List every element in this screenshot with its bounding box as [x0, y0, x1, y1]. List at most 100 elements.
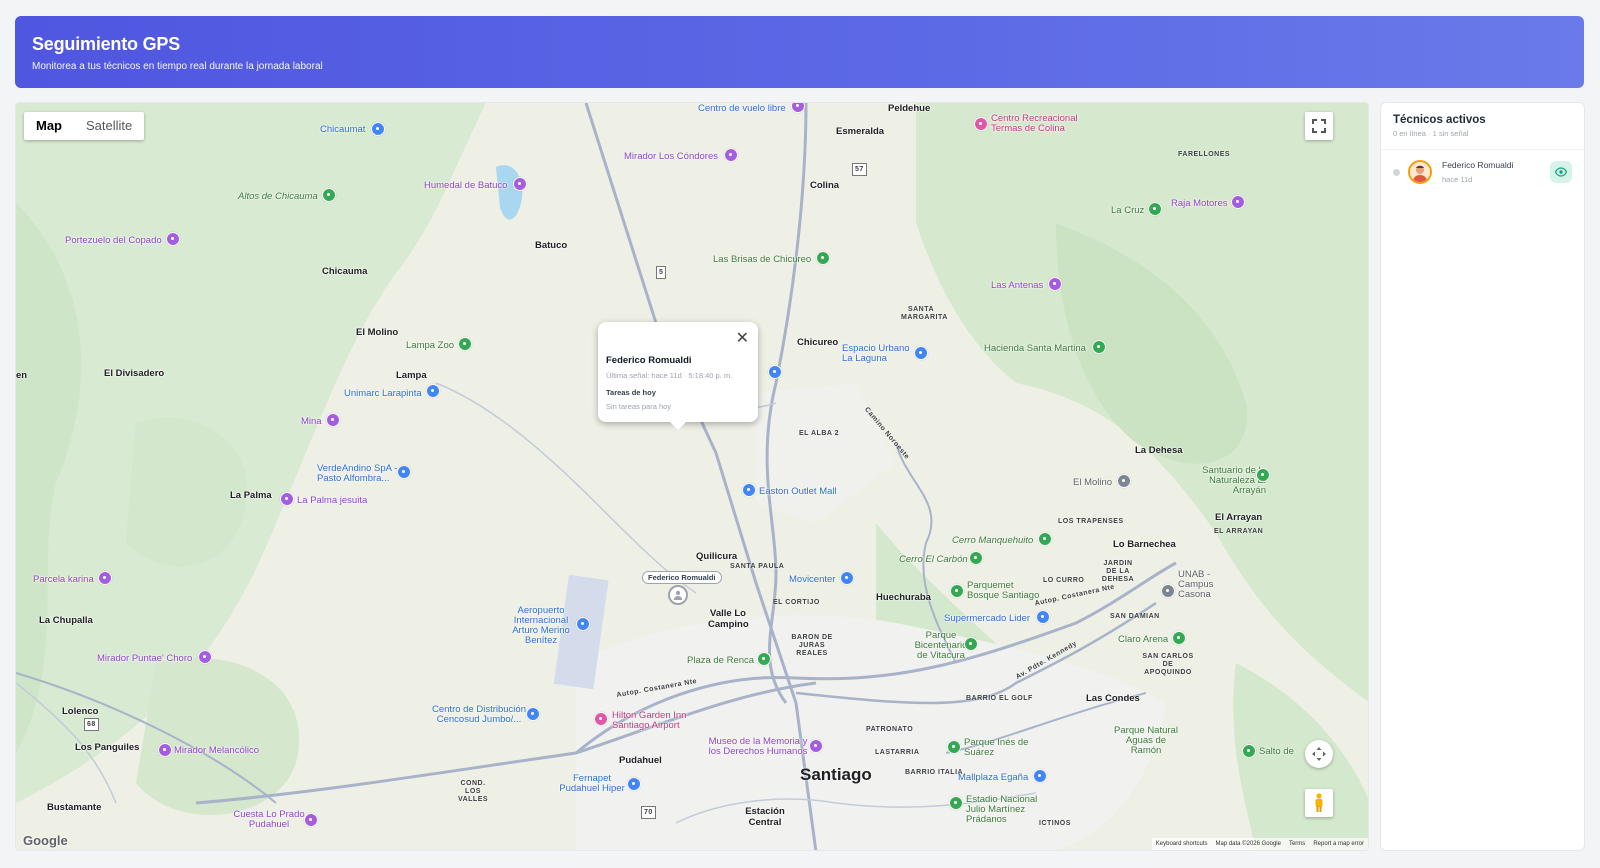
map-poi-pin[interactable]: [950, 584, 964, 598]
map-poi[interactable]: Salto de: [1259, 746, 1294, 757]
map-poi[interactable]: Parque Bicentenario de Vitacura: [911, 631, 971, 661]
map-poi-pin[interactable]: [724, 148, 738, 162]
map-poi-pin[interactable]: [513, 177, 527, 191]
map-poi[interactable]: Las Antenas: [991, 280, 1043, 291]
map-poi[interactable]: Cuesta Lo Prado Pudahuel: [229, 810, 309, 830]
map-poi[interactable]: Raja Motores: [1171, 198, 1228, 209]
map-poi-pin[interactable]: [326, 413, 340, 427]
map-poi-pin[interactable]: [304, 813, 318, 827]
view-on-map-button[interactable]: [1550, 161, 1572, 183]
map-poi-pin[interactable]: [1148, 202, 1162, 216]
map-poi-pin[interactable]: [198, 650, 212, 664]
map-poi[interactable]: Estadio Nacional Julio Martínez Prádanos: [966, 795, 1056, 825]
map-poi-pin[interactable]: [742, 483, 756, 497]
map-poi[interactable]: Altos de Chicauma: [238, 191, 318, 202]
map-poi[interactable]: Museo de la Memoria y los Derechos Human…: [703, 737, 813, 757]
map-poi-pin[interactable]: [840, 571, 854, 585]
map-poi[interactable]: Mirador Los Cóndores: [624, 151, 718, 162]
map-poi-pin[interactable]: [594, 712, 608, 726]
map-poi[interactable]: Mirador Puntae' Choro: [97, 653, 192, 664]
keyboard-shortcuts-link[interactable]: Keyboard shortcuts: [1156, 841, 1208, 847]
map-poi-pin[interactable]: [1231, 195, 1245, 209]
map-poi[interactable]: Parque Inés de Suárez: [964, 738, 1034, 758]
map-poi[interactable]: Las Brisas de Chicureo: [713, 254, 811, 265]
map-poi[interactable]: Unimarc Larapinta: [344, 388, 422, 399]
map-poi[interactable]: Lampa Zoo: [406, 340, 454, 351]
map-poi-pin[interactable]: [576, 617, 590, 631]
map-poi-pin[interactable]: [914, 346, 928, 360]
map-poi[interactable]: UNAB - Campus Casona: [1178, 570, 1238, 600]
map-poi[interactable]: Santuario de la Naturaleza El Arrayán: [1186, 466, 1266, 496]
map-poi-pin[interactable]: [757, 652, 771, 666]
technician-list-item[interactable]: Federico Romualdi hace 11d: [1381, 150, 1584, 194]
close-icon[interactable]: ✕: [736, 331, 749, 347]
map-poi[interactable]: Centro de Distribución Cencosud Jumbo/..…: [424, 705, 534, 725]
map-poi-pin[interactable]: [98, 571, 112, 585]
street-view-pegman[interactable]: [1305, 789, 1333, 817]
terms-link[interactable]: Terms: [1289, 841, 1305, 847]
camera-control-button[interactable]: [1305, 740, 1333, 768]
map-poi-pin[interactable]: [1161, 584, 1175, 598]
map-poi-pin[interactable]: [1242, 744, 1256, 758]
map-type-satellite-button[interactable]: Satellite: [74, 112, 144, 140]
map-poi-pin[interactable]: [397, 465, 411, 479]
map-poi[interactable]: El Molino: [1073, 477, 1112, 488]
map-poi-pin[interactable]: [947, 740, 961, 754]
map-poi[interactable]: Chicaumat: [320, 124, 365, 135]
fullscreen-button[interactable]: [1305, 112, 1333, 140]
map-type-control[interactable]: Map Satellite: [24, 112, 145, 140]
map-poi[interactable]: Cerro Manquehuito: [952, 535, 1033, 546]
map-poi[interactable]: Hacienda Santa Martina: [984, 343, 1086, 354]
map-poi-pin[interactable]: [768, 365, 782, 379]
map-poi-pin[interactable]: [1033, 769, 1047, 783]
map-poi-pin[interactable]: [322, 188, 336, 202]
map-poi-pin[interactable]: [1036, 610, 1050, 624]
map-poi[interactable]: Mina: [301, 416, 322, 427]
map-poi-pin[interactable]: [964, 637, 978, 651]
report-error-link[interactable]: Report a map error: [1313, 841, 1364, 847]
map-poi-pin[interactable]: [158, 743, 172, 757]
map-poi-pin[interactable]: [166, 232, 180, 246]
map-poi-pin[interactable]: [426, 384, 440, 398]
map-poi[interactable]: Espacio Urbano La Laguna: [842, 344, 912, 364]
map-poi[interactable]: Fernapet Pudahuel Hiper: [557, 774, 627, 794]
map-poi-pin[interactable]: [526, 707, 540, 721]
map-poi-pin[interactable]: [949, 796, 963, 810]
map-poi[interactable]: Centro de vuelo libre: [698, 103, 786, 114]
map-poi[interactable]: Claro Arena: [1118, 634, 1168, 645]
map-poi[interactable]: La Cruz: [1111, 205, 1144, 216]
map-poi-pin[interactable]: [1048, 277, 1062, 291]
map-poi-pin[interactable]: [1256, 468, 1270, 482]
map-poi-pin[interactable]: [1172, 631, 1186, 645]
map-poi-pin[interactable]: [371, 122, 385, 136]
map-poi[interactable]: La Palma jesuita: [297, 495, 367, 506]
map-poi[interactable]: Humedal de Batuco: [424, 180, 507, 191]
map-poi[interactable]: Easton Outlet Mall: [759, 486, 837, 497]
map-poi-pin[interactable]: [1117, 474, 1131, 488]
map-type-map-button[interactable]: Map: [24, 112, 74, 140]
map-poi[interactable]: Aeropuerto Internacional Arturo Merino B…: [506, 606, 576, 646]
map-poi[interactable]: Cerro El Carbón: [899, 554, 968, 565]
map-poi[interactable]: Movicenter: [789, 574, 835, 585]
map-poi-pin[interactable]: [458, 337, 472, 351]
map-poi[interactable]: Hilton Garden Inn Santiago Airport: [612, 711, 702, 731]
map-poi[interactable]: Mallplaza Egaña: [958, 772, 1028, 783]
technician-marker[interactable]: [668, 585, 688, 605]
map-poi[interactable]: Parcela karina: [33, 574, 94, 585]
map-poi-pin[interactable]: [627, 777, 641, 791]
map-poi[interactable]: VerdeAndino SpA - Pasto Alfombra...: [317, 464, 402, 484]
map-poi-pin[interactable]: [1038, 532, 1052, 546]
map-poi[interactable]: Plaza de Renca: [687, 655, 754, 666]
map-poi-pin[interactable]: [809, 739, 823, 753]
map-poi-pin[interactable]: [280, 492, 294, 506]
map-poi[interactable]: Centro Recreacional Termas de Colina: [991, 114, 1091, 134]
map-poi[interactable]: Parquemet Bosque Santiago: [967, 581, 1047, 601]
map-poi-pin[interactable]: [816, 251, 830, 265]
map-poi[interactable]: Mirador Melancólico: [174, 745, 259, 756]
map-poi[interactable]: Portezuelo del Copado: [65, 235, 162, 246]
map-poi[interactable]: Supermercado Lider: [944, 613, 1030, 624]
map-poi-pin[interactable]: [974, 117, 988, 131]
gps-map[interactable]: Map Satellite Peldehue Esmeralda Colina …: [15, 102, 1369, 851]
map-poi[interactable]: Parque Natural Aguas de Ramón: [1110, 726, 1182, 756]
map-poi-pin[interactable]: [969, 551, 983, 565]
